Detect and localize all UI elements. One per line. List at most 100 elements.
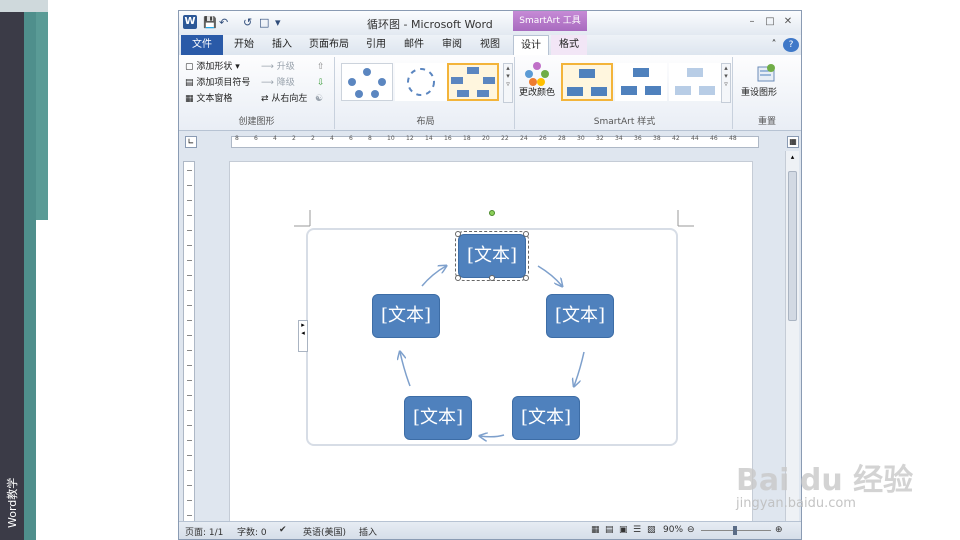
zoom-level[interactable]: 90% [663, 525, 683, 535]
cycle-node-left[interactable]: [文本] [372, 294, 440, 338]
move-up-icon[interactable]: ⇧ [317, 61, 325, 73]
layout-org-icon[interactable]: ☯ [315, 93, 323, 105]
minimize-icon[interactable]: – [745, 15, 759, 29]
ruler-tick-label: 28 [558, 135, 566, 142]
help-icon[interactable]: ? [783, 38, 799, 52]
vruler-mark [187, 365, 192, 366]
tab-home[interactable]: 开始 [229, 35, 259, 55]
text-pane-toggle[interactable]: ▸ ◂ [298, 320, 308, 352]
text-pane-button[interactable]: ▦ 文本窗格 [185, 93, 232, 105]
resize-handle[interactable] [523, 275, 529, 281]
cycle-node-top[interactable]: [文本] [455, 231, 529, 281]
arrow-1 [537, 265, 562, 286]
tab-insert[interactable]: 插入 [267, 35, 297, 55]
resize-handle[interactable] [523, 231, 529, 237]
add-shape-button[interactable]: ▢ 添加形状 ▾ [185, 61, 240, 73]
tab-format[interactable]: 格式 [551, 35, 587, 55]
close-icon[interactable]: ✕ [781, 15, 795, 29]
slide-decor-strip-teal-light [36, 0, 48, 220]
ribbon: ▢ 添加形状 ▾ ▤ 添加项目符号 ▦ 文本窗格 ⟶ 升级 ⟶ 降级 ⇄ 从右向… [179, 55, 801, 131]
rotate-handle[interactable] [489, 210, 495, 216]
create-graphic-group-label: 创建图形 [238, 117, 275, 127]
resize-handle[interactable] [455, 231, 461, 237]
layout-block-cycle-icon [451, 67, 495, 97]
layout-dotted-cycle-thumb[interactable] [395, 63, 447, 101]
vruler-mark [187, 170, 192, 171]
view-ruler-icon[interactable]: ▦ [787, 136, 799, 148]
language[interactable]: 英语(美国) [303, 525, 346, 538]
move-down-icon[interactable]: ⇩ [317, 77, 325, 89]
customize-qat-icon[interactable]: ▾ [275, 15, 281, 30]
styles-scroll[interactable]: ▴ ▾ ▿ [721, 63, 731, 103]
add-bullet-label: 添加项目符号 [196, 78, 251, 88]
web-layout-view-icon[interactable]: ▣ [619, 525, 628, 535]
word-count[interactable]: 字数: 0 [237, 525, 267, 538]
zoom-out-icon[interactable]: ⊖ [687, 525, 695, 535]
tab-page-layout[interactable]: 页面布局 [307, 35, 351, 55]
insert-mode[interactable]: 插入 [359, 525, 377, 538]
vruler-mark [187, 470, 192, 471]
undo-icon[interactable]: ↶ [219, 15, 228, 30]
right-to-left-button[interactable]: ⇄ 从右向左 [261, 93, 307, 105]
scroll-thumb[interactable] [788, 171, 797, 321]
zoom-in-icon[interactable]: ⊕ [775, 525, 783, 535]
ruler-tick-label: 36 [634, 135, 642, 142]
reset-graphic-button[interactable] [755, 63, 779, 85]
smartart-frame[interactable]: [文本] [文本] [文本] [文本] [文本] [306, 210, 678, 446]
full-screen-view-icon[interactable]: ▤ [605, 525, 614, 535]
cycle-node-right[interactable]: [文本] [546, 294, 614, 338]
resize-handle[interactable] [455, 275, 461, 281]
tab-view[interactable]: 视图 [475, 35, 505, 55]
tab-design[interactable]: 设计 [513, 35, 549, 55]
cycle-node-bottom-left[interactable]: [文本] [404, 396, 472, 440]
vruler-mark [187, 485, 192, 486]
print-layout-view-icon[interactable]: ▦ [591, 525, 600, 535]
draft-view-icon[interactable]: ▧ [647, 525, 656, 535]
ruler-tick-label: 8 [368, 135, 372, 142]
vruler-mark [187, 440, 192, 441]
ruler-tick-label: 24 [520, 135, 528, 142]
reset-graphic-label: 重设图形 [741, 88, 778, 98]
vruler-mark [187, 275, 192, 276]
layouts-scroll[interactable]: ▴ ▾ ▿ [503, 63, 513, 103]
demote-button[interactable]: ⟶ 降级 [261, 77, 295, 89]
arrow-2 [574, 351, 585, 386]
promote-button[interactable]: ⟶ 升级 [261, 61, 295, 73]
horizontal-ruler[interactable]: ∟ 8 6 4 2 2 4 6 8 10 12 14 16 18 20 22 24 26 28 30 32 34 36 38… [179, 133, 801, 151]
cycle-node-bottom-right[interactable]: [文本] [512, 396, 580, 440]
reset-group-label: 重置 [757, 117, 776, 127]
layout-basic-cycle-icon [348, 68, 386, 98]
add-bullet-button[interactable]: ▤ 添加项目符号 [185, 77, 250, 89]
document-page[interactable]: [文本] [文本] [文本] [文本] [文本] ▸ ◂ [229, 161, 753, 521]
proofing-icon[interactable]: ✔ [279, 525, 287, 535]
style-subtle-effect-thumb[interactable] [669, 63, 721, 101]
layout-block-cycle-thumb[interactable] [447, 63, 499, 101]
tab-mailings[interactable]: 邮件 [399, 35, 429, 55]
slide-decor-strip-teal [24, 0, 36, 540]
restore-icon[interactable]: □ [763, 15, 777, 29]
redo-icon[interactable]: ↺ [243, 15, 252, 30]
ruler-tick-label: 38 [653, 135, 661, 142]
vruler-mark [187, 455, 192, 456]
layout-basic-cycle-thumb[interactable] [341, 63, 393, 101]
new-doc-icon[interactable]: □ [259, 15, 269, 30]
demote-label: 降级 [276, 78, 295, 88]
vertical-ruler[interactable] [183, 161, 195, 526]
word-app-icon[interactable]: W [183, 15, 197, 29]
save-icon[interactable]: 💾 [203, 15, 217, 30]
tab-references[interactable]: 引用 [361, 35, 391, 55]
style-subtle-effect-icon [675, 68, 715, 95]
page-count[interactable]: 页面: 1/1 [185, 525, 223, 538]
reset-graphic-icon [757, 64, 775, 82]
resize-handle[interactable] [489, 275, 495, 281]
tab-stop-selector[interactable]: ∟ [185, 136, 197, 148]
scroll-up-icon[interactable]: ▴ [787, 153, 798, 163]
window-title: 循环图 - Microsoft Word [367, 18, 493, 31]
style-white-outline-thumb[interactable] [615, 63, 667, 101]
tab-review[interactable]: 审阅 [437, 35, 467, 55]
zoom-slider-knob[interactable] [732, 526, 737, 535]
outline-view-icon[interactable]: ☰ [633, 525, 641, 535]
minimize-ribbon-icon[interactable]: ˄ [767, 35, 781, 55]
style-simple-fill-thumb[interactable] [561, 63, 613, 101]
tab-file[interactable]: 文件 [181, 35, 223, 55]
